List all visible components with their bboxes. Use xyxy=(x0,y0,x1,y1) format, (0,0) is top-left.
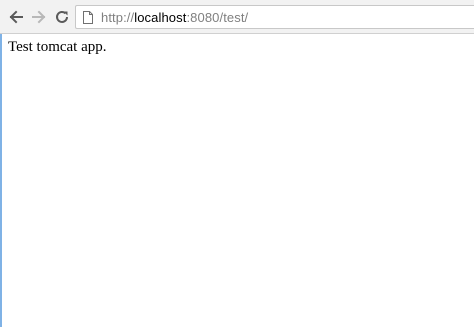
address-bar[interactable]: http://localhost:8080/test/ xyxy=(75,5,474,29)
window-left-edge xyxy=(0,0,2,327)
back-button[interactable] xyxy=(6,7,26,27)
url-scheme: http:// xyxy=(101,9,135,25)
url-text[interactable]: http://localhost:8080/test/ xyxy=(101,10,248,25)
page-body-text: Test tomcat app. xyxy=(8,39,107,55)
browser-toolbar: http://localhost:8080/test/ xyxy=(0,0,474,34)
page-icon xyxy=(82,10,94,24)
forward-arrow-icon xyxy=(32,10,46,24)
forward-button[interactable] xyxy=(29,7,49,27)
url-path: :8080/test/ xyxy=(186,9,249,25)
url-host: localhost xyxy=(134,9,187,25)
back-arrow-icon xyxy=(9,10,23,24)
reload-button[interactable] xyxy=(52,7,72,27)
reload-icon xyxy=(56,10,68,23)
